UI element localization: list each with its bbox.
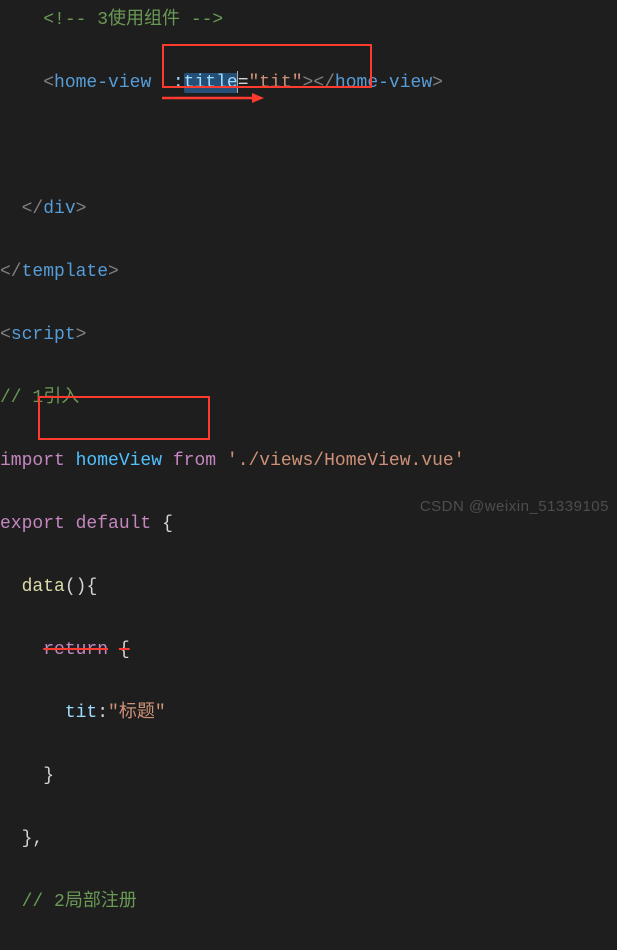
code-line: </template> [0, 257, 617, 289]
code-line: return { [0, 635, 617, 667]
code-line: // 2局部注册 [0, 887, 617, 919]
code-line: </div> [0, 194, 617, 226]
code-line: // 1引入 [0, 383, 617, 415]
code-line: tit:"标题" [0, 698, 617, 730]
code-line: data(){ [0, 572, 617, 604]
strikethrough-text: return [43, 640, 108, 660]
code-line: <!-- 3使用组件 --> [0, 5, 617, 37]
code-line: } [0, 761, 617, 793]
code-line: }, [0, 824, 617, 856]
watermark: CSDN @weixin_51339105 [420, 494, 609, 520]
code-line: <home-view :title="tit"></home-view> [0, 68, 617, 100]
code-line [0, 131, 617, 163]
code-line: import homeView from './views/HomeView.v… [0, 446, 617, 478]
comment-text: <!-- 3使用组件 --> [43, 10, 223, 30]
code-line: <script> [0, 320, 617, 352]
code-editor[interactable]: <!-- 3使用组件 --> <home-view :title="tit"><… [0, 5, 617, 950]
selected-text: title [184, 73, 238, 93]
